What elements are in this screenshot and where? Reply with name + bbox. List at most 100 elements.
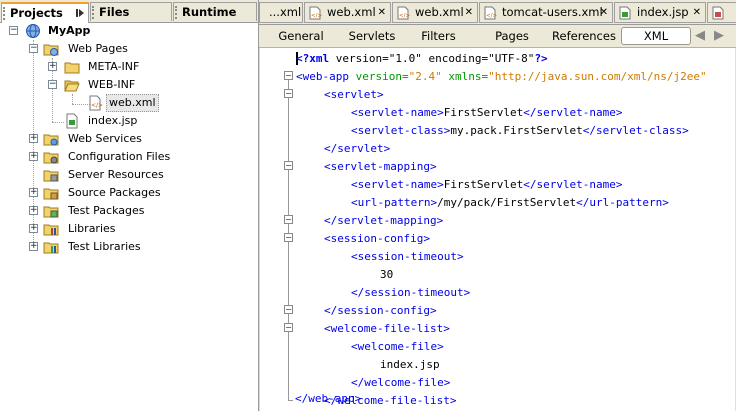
code-line-14: </session-timeout> — [351, 284, 470, 302]
code-line-3: <servlet> — [324, 86, 384, 104]
tree-label: Web Pages — [68, 42, 128, 55]
doc-tab-label: web.xml — [327, 5, 376, 19]
tree-node-index-jsp[interactable]: index.jsp — [0, 112, 258, 130]
web-project-globe-icon — [26, 24, 40, 38]
tab-runtime[interactable]: Runtime — [173, 2, 257, 21]
fold-toggle-icon[interactable]: − — [284, 71, 293, 80]
drag-grip-icon[interactable] — [3, 7, 7, 20]
fold-toggle-icon[interactable]: − — [284, 305, 293, 314]
tree-node-configuration-files[interactable]: + Configuration Files — [0, 148, 258, 166]
close-icon[interactable]: ✕ — [378, 3, 386, 22]
code-line-18: index.jsp — [380, 356, 440, 374]
editor-area: ...xml </> web.xml ✕ </> web.xml ✕ </> t… — [259, 0, 736, 411]
servlet-class-open-tag: <servlet-class> — [351, 124, 451, 137]
fold-toggle-icon[interactable]: − — [284, 89, 293, 98]
fold-toggle-icon[interactable]: − — [284, 215, 293, 224]
line-gutter — [260, 48, 282, 411]
tab-projects[interactable]: Projects — [1, 2, 89, 23]
projects-tab-bar: Projects Files Runtime — [0, 0, 258, 23]
fold-toggle-icon[interactable]: − — [284, 323, 293, 332]
servlet-name-close-tag: </servlet-name> — [523, 178, 623, 191]
tree-node-source-packages[interactable]: + Source Packages — [0, 184, 258, 202]
close-icon[interactable]: ✕ — [465, 3, 473, 22]
code-line-5: <servlet-class>my.pack.FirstServlet</ser… — [351, 122, 689, 140]
servlet-name-close-tag: </servlet-name> — [523, 106, 623, 119]
view-general-button[interactable]: General — [267, 27, 335, 45]
code-line-16: <welcome-file-list> — [324, 320, 450, 338]
file-icon — [712, 6, 724, 20]
close-icon[interactable]: ✕ — [693, 3, 701, 22]
view-servlets-button[interactable]: Servlets — [343, 27, 401, 45]
doc-tab-web-xml-1[interactable]: </> web.xml ✕ — [304, 2, 391, 23]
xml-declaration-attrs: version="1.0" encoding="UTF-8" — [329, 52, 535, 65]
servlet-close-tag: </servlet> — [324, 142, 391, 155]
project-tree: − MyApp − Web Pages + META-INF − WEB-INF… — [0, 22, 258, 411]
tab-files[interactable]: Files — [90, 2, 172, 21]
tree-node-web-inf[interactable]: − WEB-INF — [0, 76, 258, 94]
collapse-icon[interactable]: − — [9, 26, 18, 35]
minimize-pin-icon[interactable] — [76, 8, 85, 18]
back-arrow-icon[interactable]: ◀ — [695, 28, 705, 43]
doc-tab-tomcat-users-xml[interactable]: </> tomcat-users.xml ✕ — [479, 2, 613, 23]
config-folder-icon — [43, 152, 59, 164]
tree-label: Test Packages — [68, 204, 145, 217]
code-line-10: </servlet-mapping> — [324, 212, 443, 230]
source-packages-folder-icon — [43, 188, 59, 200]
fold-toggle-icon[interactable]: − — [284, 161, 293, 170]
tree-node-server-resources[interactable]: Server Resources — [0, 166, 258, 184]
svg-text:</>: </> — [486, 13, 497, 19]
drag-grip-icon[interactable] — [175, 6, 179, 19]
view-pages-button[interactable]: Pages — [486, 27, 538, 45]
code-line-12: <session-timeout> — [351, 248, 464, 266]
xml-file-icon: </> — [309, 6, 322, 20]
xml-file-icon: </> — [397, 6, 410, 20]
xml-source-editor[interactable]: − − − − − − − <?xml version="1.0" encodi… — [259, 48, 736, 411]
tree-node-myapp[interactable]: − MyApp — [0, 22, 258, 40]
expand-icon[interactable]: + — [29, 206, 38, 215]
tree-node-web-pages[interactable]: − Web Pages — [0, 40, 258, 58]
collapse-icon[interactable]: − — [29, 44, 38, 53]
drag-grip-icon[interactable] — [92, 6, 96, 19]
tab-projects-label: Projects — [10, 6, 63, 20]
session-config-open-tag: <session-config> — [324, 232, 430, 245]
doc-tab-web-xml-2[interactable]: </> web.xml ✕ — [392, 2, 478, 23]
servlet-mapping-close-tag: </servlet-mapping> — [324, 214, 444, 227]
expand-icon[interactable]: + — [29, 134, 38, 143]
web-pages-folder-icon — [43, 44, 59, 56]
view-references-button[interactable]: References — [548, 27, 620, 45]
tree-node-libraries[interactable]: + Libraries — [0, 220, 258, 238]
view-filters-button[interactable]: Filters — [411, 27, 466, 45]
tree-label: Server Resources — [68, 168, 164, 181]
servlet-name-open-tag: <servlet-name> — [351, 178, 444, 191]
web-app-open-tag: <web-app — [296, 70, 349, 83]
svg-text:</>: </> — [91, 102, 103, 109]
tree-node-web-services[interactable]: + Web Services — [0, 130, 258, 148]
xml-declaration-open: <?xml — [296, 52, 330, 65]
tree-node-test-libraries[interactable]: + Test Libraries — [0, 238, 258, 256]
servlet-name-open-tag: <servlet-name> — [351, 106, 444, 119]
expand-icon[interactable]: + — [29, 188, 38, 197]
tree-label: Configuration Files — [68, 150, 171, 163]
doc-tab-xml-truncated[interactable]: ...xml — [259, 2, 303, 23]
view-xml-button[interactable]: XML — [621, 27, 691, 45]
close-icon[interactable]: ✕ — [600, 3, 608, 22]
test-libraries-folder-icon — [43, 242, 59, 254]
tree-node-web-xml[interactable]: </> web.xml — [0, 94, 258, 112]
code-line-15: </session-config> — [324, 302, 437, 320]
expand-icon[interactable]: + — [29, 152, 38, 161]
collapse-icon[interactable]: − — [48, 80, 57, 89]
expand-icon[interactable]: + — [29, 242, 38, 251]
tree-node-test-packages[interactable]: + Test Packages — [0, 202, 258, 220]
session-timeout-value: 30 — [380, 268, 394, 281]
doc-tab-overflow[interactable] — [707, 2, 736, 23]
tree-node-meta-inf[interactable]: + META-INF — [0, 58, 258, 76]
fold-toggle-icon[interactable]: − — [284, 233, 293, 242]
code-line-6: </servlet> — [324, 140, 390, 158]
tree-label: MyApp — [48, 24, 91, 37]
expand-icon[interactable]: + — [29, 224, 38, 233]
libraries-folder-icon — [43, 224, 59, 236]
forward-arrow-icon[interactable]: ▶ — [714, 28, 724, 43]
expand-icon[interactable]: + — [48, 62, 57, 71]
code-line-11: <session-config> — [324, 230, 430, 248]
doc-tab-index-jsp[interactable]: index.jsp ✕ — [614, 2, 706, 23]
